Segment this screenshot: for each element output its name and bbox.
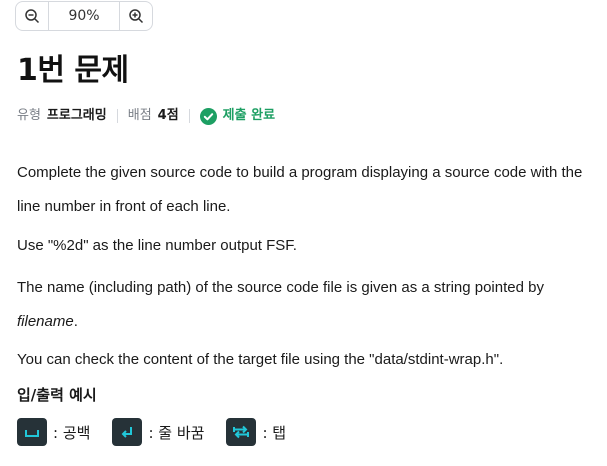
io-examples-heading: 입/출력 예시 (17, 386, 97, 404)
legend-item-newline: : 줄 바꿈 (112, 418, 204, 446)
zoom-in-icon (129, 9, 144, 24)
type-label: 유형 (17, 108, 41, 123)
legend-label: : 탭 (262, 423, 287, 442)
legend-label: : 공백 (53, 423, 91, 442)
legend-item-tab: : 탭 (226, 418, 286, 446)
description-paragraph-3: The name (including path) of the source … (17, 271, 597, 339)
type-value: 프로그래밍 (46, 108, 107, 123)
tab-icon (226, 418, 257, 446)
check-circle-icon (199, 107, 217, 125)
whitespace-legend: : 공백 : 줄 바꿈 : 탭 (17, 418, 308, 446)
meta-divider (188, 109, 190, 123)
description-paragraph-4: You can check the content of the target … (17, 351, 504, 368)
status-text: 제출 완료 (222, 108, 276, 123)
zoom-out-button[interactable] (16, 2, 48, 30)
problem-meta: 유형 프로그래밍 배점 4점 제출 완료 (17, 106, 275, 126)
description-text: . (73, 313, 78, 330)
filename-emphasis: filename (17, 313, 74, 330)
zoom-level: 90% (68, 8, 100, 24)
description-paragraph-1: Complete the given source code to build … (17, 164, 583, 215)
submission-status: 제출 완료 (199, 106, 276, 126)
zoom-control: 90% (15, 1, 153, 31)
legend-label: : 줄 바꿈 (148, 423, 205, 442)
score-value: 4점 (157, 108, 179, 123)
zoom-out-icon (25, 9, 40, 24)
page-title: 1번 문제 (17, 53, 129, 88)
meta-divider (116, 109, 118, 123)
score-label: 배점 (127, 108, 152, 123)
description-paragraph-2: Use "%2d" as the line number output FSF. (17, 237, 297, 254)
legend-item-space: : 공백 (17, 418, 90, 446)
space-icon (17, 418, 47, 446)
description-text: The name (including path) of the source … (17, 279, 544, 296)
zoom-in-button[interactable] (120, 2, 152, 30)
newline-icon (112, 418, 143, 446)
